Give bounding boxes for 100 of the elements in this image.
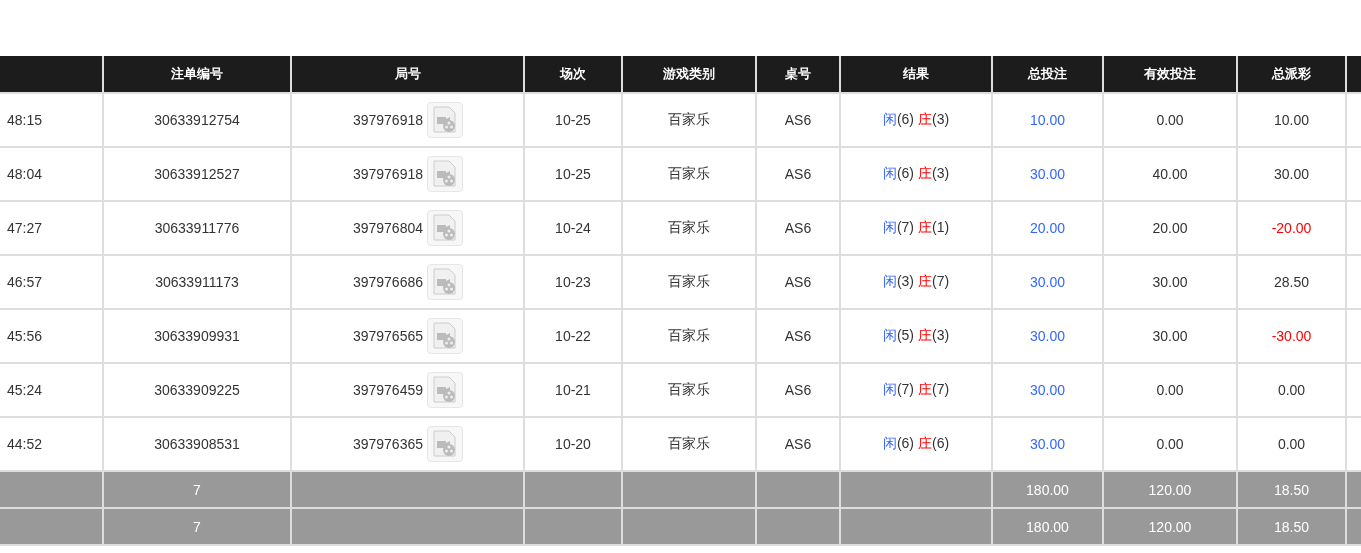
video-button[interactable] — [427, 264, 463, 300]
shoe-cell: 10-25 — [555, 166, 591, 182]
bet-id-cell: 30633908531 — [154, 436, 240, 452]
result-cell: 闲(3) 庄(7) — [882, 273, 950, 291]
round-cell: 397976804 — [352, 220, 423, 236]
sum-valid-bet-cell: 120.00 — [1148, 481, 1192, 498]
sum-total-bet-cell: 180.00 — [1026, 481, 1069, 498]
payout-cell: 0.00 — [1277, 382, 1306, 398]
column-header: 局号 — [394, 66, 421, 81]
video-button[interactable] — [427, 372, 463, 408]
column-header: 游戏类别 — [663, 66, 715, 81]
payout-cell: 0.00 — [1277, 436, 1306, 452]
game-type-cell: 百家乐 — [668, 273, 710, 289]
valid-bet-cell: 30.00 — [1152, 328, 1188, 344]
total-bet-cell: 30.00 — [1029, 274, 1065, 290]
time-cell: 47:27 — [6, 220, 42, 236]
total-bet-cell: 30.00 — [1029, 328, 1065, 344]
total-bet-cell: 30.00 — [1029, 166, 1065, 182]
result-cell: 闲(6) 庄(3) — [882, 111, 950, 129]
valid-bet-cell: 0.00 — [1156, 112, 1184, 128]
column-header: 总派彩 — [1272, 66, 1311, 81]
result-cell: 闲(6) 庄(6) — [882, 435, 950, 453]
bet-id-cell: 30633911776 — [154, 220, 240, 236]
column-header: 注单编号 — [171, 66, 223, 81]
table-cell: AS6 — [784, 220, 812, 236]
bet-id-cell: 30633909931 — [154, 328, 240, 344]
table-cell: AS6 — [784, 166, 812, 182]
time-cell: 44:52 — [6, 436, 42, 452]
payout-cell: -20.00 — [1271, 220, 1312, 236]
video-replay-icon — [431, 321, 459, 351]
game-type-cell: 百家乐 — [668, 381, 710, 397]
time-cell: 46:57 — [6, 274, 42, 290]
time-cell: 48:15 — [6, 112, 42, 128]
payout-cell: 30.00 — [1273, 166, 1309, 182]
table-cell: AS6 — [784, 436, 812, 452]
round-cell: 397976918 — [352, 112, 423, 128]
shoe-cell: 10-23 — [555, 274, 591, 290]
game-type-cell: 百家乐 — [668, 327, 710, 343]
sum-valid-bet-cell: 120.00 — [1148, 518, 1192, 535]
time-cell: 45:56 — [6, 328, 42, 344]
round-cell: 397976459 — [352, 382, 423, 398]
table-cell: AS6 — [784, 328, 812, 344]
video-replay-icon — [431, 213, 459, 243]
column-header: 场次 — [560, 66, 586, 81]
result-cell: 闲(6) 庄(3) — [882, 165, 950, 183]
payout-cell: -30.00 — [1271, 328, 1312, 344]
valid-bet-cell: 0.00 — [1156, 436, 1184, 452]
shoe-cell: 10-20 — [555, 436, 591, 452]
payout-cell: 28.50 — [1273, 274, 1309, 290]
total-bet-cell: 30.00 — [1029, 436, 1065, 452]
shoe-cell: 10-21 — [555, 382, 591, 398]
video-button[interactable] — [427, 426, 463, 462]
valid-bet-cell: 20.00 — [1152, 220, 1188, 236]
result-cell: 闲(7) 庄(1) — [882, 219, 950, 237]
total-count-cell: 7 — [193, 481, 201, 498]
video-replay-icon — [431, 267, 459, 297]
video-button[interactable] — [427, 210, 463, 246]
game-type-cell: 百家乐 — [668, 435, 710, 451]
round-cell: 397976365 — [352, 436, 423, 452]
sum-payout-cell: 18.50 — [1273, 518, 1309, 535]
result-cell: 闲(5) 庄(3) — [882, 327, 950, 345]
video-button[interactable] — [427, 318, 463, 354]
column-header: 结果 — [903, 66, 929, 81]
valid-bet-cell: 30.00 — [1152, 274, 1188, 290]
table-cell: AS6 — [784, 382, 812, 398]
round-cell: 397976565 — [352, 328, 423, 344]
column-header: 桌号 — [785, 66, 811, 81]
column-header: 有效投注 — [1144, 66, 1196, 81]
shoe-cell: 10-25 — [555, 112, 591, 128]
round-cell: 397976918 — [352, 166, 423, 182]
valid-bet-cell: 0.00 — [1156, 382, 1184, 398]
bet-id-cell: 30633911173 — [155, 274, 239, 290]
video-button[interactable] — [427, 156, 463, 192]
total-bet-cell: 20.00 — [1029, 220, 1065, 236]
payout-cell: 10.00 — [1273, 112, 1309, 128]
bet-id-cell: 30633912527 — [154, 166, 240, 182]
bet-id-cell: 30633912754 — [154, 112, 240, 128]
total-bet-cell: 10.00 — [1029, 112, 1065, 128]
time-cell: 48:04 — [6, 166, 42, 182]
valid-bet-cell: 40.00 — [1152, 166, 1188, 182]
video-replay-icon — [431, 429, 459, 459]
table-cell: AS6 — [784, 274, 812, 290]
table-cell: AS6 — [784, 112, 812, 128]
video-replay-icon — [431, 105, 459, 135]
video-replay-icon — [431, 159, 459, 189]
shoe-cell: 10-22 — [555, 328, 591, 344]
video-replay-icon — [431, 375, 459, 405]
sum-total-bet-cell: 180.00 — [1026, 518, 1069, 535]
column-header: 总投注 — [1028, 66, 1067, 81]
total-bet-cell: 30.00 — [1029, 382, 1065, 398]
game-type-cell: 百家乐 — [668, 165, 710, 181]
game-type-cell: 百家乐 — [668, 111, 710, 127]
video-button[interactable] — [427, 102, 463, 138]
sum-payout-cell: 18.50 — [1273, 481, 1309, 498]
bet-id-cell: 30633909225 — [154, 382, 240, 398]
total-count-cell: 7 — [193, 518, 201, 535]
round-cell: 397976686 — [352, 274, 423, 290]
time-cell: 45:24 — [6, 382, 42, 398]
game-type-cell: 百家乐 — [668, 219, 710, 235]
result-cell: 闲(7) 庄(7) — [882, 381, 950, 399]
